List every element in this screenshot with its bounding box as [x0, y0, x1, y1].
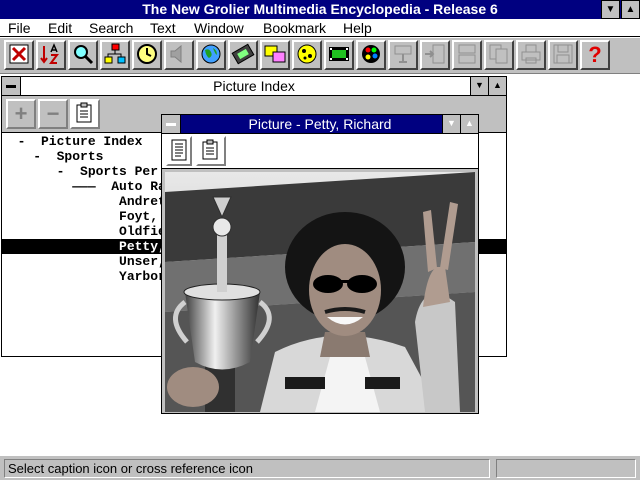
- collapse-button[interactable]: −: [38, 99, 68, 129]
- copy-button[interactable]: [484, 40, 514, 70]
- status-panel-secondary: [496, 459, 636, 478]
- maximize-button[interactable]: ▲: [621, 0, 640, 19]
- exit-button[interactable]: [4, 40, 34, 70]
- toolbar-button-13[interactable]: [388, 40, 418, 70]
- clipboard-button[interactable]: [70, 99, 100, 129]
- globe-icon: [201, 44, 221, 64]
- video-icon: [329, 47, 349, 61]
- gallery-icon: [264, 45, 286, 63]
- help-icon: ?: [588, 42, 602, 67]
- menu-edit[interactable]: Edit: [48, 19, 72, 37]
- picture-toolbar: [162, 134, 478, 169]
- atlas-button[interactable]: [196, 40, 226, 70]
- timeline-icon: [137, 44, 157, 64]
- print-icon: [521, 44, 541, 64]
- help-button[interactable]: ?: [580, 40, 610, 70]
- index-minimize-button[interactable]: ▼: [470, 77, 488, 95]
- menu-text[interactable]: Text: [150, 19, 176, 37]
- menu-window[interactable]: Window: [194, 19, 244, 37]
- palette-button[interactable]: [356, 40, 386, 70]
- palette-icon: [362, 45, 380, 63]
- hierarchy-icon: [104, 43, 126, 64]
- menu-bar: File Edit Search Text Window Bookmark He…: [0, 19, 640, 37]
- picture-window: ▬ Picture - Petty, Richard ▼ ▲: [161, 114, 479, 414]
- menu-help[interactable]: Help: [343, 19, 372, 37]
- sort-az-icon: [40, 43, 59, 64]
- minimize-button[interactable]: ▼: [601, 0, 620, 19]
- menu-bookmark[interactable]: Bookmark: [263, 19, 326, 37]
- plus-icon: +: [14, 101, 28, 126]
- picture-title-bar: ▬ Picture - Petty, Richard ▼ ▲: [162, 115, 478, 134]
- print-button[interactable]: [516, 40, 546, 70]
- sort-az-button[interactable]: [36, 40, 66, 70]
- app-title: The New Grolier Multimedia Encyclopedia …: [142, 1, 498, 17]
- save-button[interactable]: [548, 40, 578, 70]
- racer-photo: [165, 172, 475, 412]
- picture-maximize-button[interactable]: ▲: [460, 115, 478, 133]
- outline-button[interactable]: [100, 40, 130, 70]
- menu-search[interactable]: Search: [89, 19, 133, 37]
- exit-icon: [9, 44, 29, 64]
- picture-system-menu-button[interactable]: ▬: [162, 115, 181, 133]
- picture-index-title: Picture Index: [213, 78, 295, 94]
- speaker-icon: [170, 44, 182, 64]
- magnifier-icon: [74, 45, 94, 65]
- picture-minimize-button[interactable]: ▼: [442, 115, 460, 133]
- main-title-bar: The New Grolier Multimedia Encyclopedia …: [0, 0, 640, 19]
- toolbar-button-15[interactable]: [452, 40, 482, 70]
- toolbar-button-14[interactable]: [420, 40, 450, 70]
- cross-reference-icon: [202, 139, 218, 160]
- menu-file[interactable]: File: [8, 19, 31, 37]
- status-message: Select caption icon or cross reference i…: [4, 459, 490, 478]
- sound-button[interactable]: [164, 40, 194, 70]
- status-bar: Select caption icon or cross reference i…: [0, 455, 640, 480]
- disabled-icon-2: [425, 44, 445, 64]
- picture-index-title-bar: ▬ Picture Index ▼ ▲: [2, 77, 506, 96]
- caption-icon: [171, 139, 187, 161]
- disabled-icon-1: [394, 45, 412, 63]
- index-maximize-button[interactable]: ▲: [488, 77, 506, 95]
- racer-photo-image: [165, 172, 475, 412]
- clipboard-icon: [76, 102, 92, 123]
- timeline-button[interactable]: [132, 40, 162, 70]
- expand-button[interactable]: +: [6, 99, 36, 129]
- caption-button[interactable]: [166, 136, 192, 166]
- gallery-button[interactable]: [260, 40, 290, 70]
- cross-reference-button[interactable]: [196, 136, 226, 166]
- film-button[interactable]: [228, 40, 258, 70]
- save-icon: [553, 44, 573, 64]
- picture-title: Picture - Petty, Richard: [248, 116, 392, 132]
- cheese-icon: [297, 44, 317, 64]
- disabled-icon-3: [458, 44, 476, 64]
- find-button[interactable]: [68, 40, 98, 70]
- video-button[interactable]: [324, 40, 354, 70]
- minus-icon: −: [46, 101, 60, 126]
- film-icon: [231, 43, 255, 65]
- main-toolbar: ?: [0, 38, 640, 74]
- system-menu-button[interactable]: ▬: [2, 77, 21, 95]
- copy-icon: [489, 44, 508, 64]
- multimedia-button[interactable]: [292, 40, 322, 70]
